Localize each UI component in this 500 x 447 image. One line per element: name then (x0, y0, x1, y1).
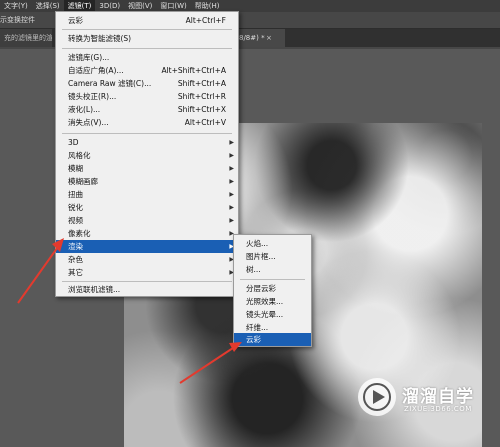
menu-item-label: 浏览联机滤镜... (68, 285, 121, 294)
menu-item-label: 其它 (68, 268, 83, 277)
watermark-logo (358, 378, 396, 416)
submenu-item-flame[interactable]: 火焰... (234, 237, 311, 250)
menu-item-label: 云彩 (246, 335, 261, 344)
menu-item-label: 自适应广角(A)... (68, 66, 124, 75)
menu-item-vanishing-point[interactable]: 消失点(V)... Alt+Ctrl+V (56, 116, 238, 129)
menu-item-adaptive-wide-angle[interactable]: 自适应广角(A)... Alt+Shift+Ctrl+A (56, 64, 238, 77)
play-icon (363, 383, 391, 411)
menu-item-noise[interactable]: 杂色 ▶ (56, 253, 238, 266)
menu-item-render[interactable]: 渲染 ▶ (56, 240, 238, 253)
menu-separator (62, 281, 232, 282)
menu-item-shortcut: Shift+Ctrl+A (177, 79, 226, 88)
menu-item-blur-gallery[interactable]: 模糊画廊 ▶ (56, 175, 238, 188)
submenu-arrow-icon: ▶ (229, 178, 234, 185)
submenu-arrow-icon: ▶ (229, 204, 234, 211)
menu-item-sharpen[interactable]: 锐化 ▶ (56, 201, 238, 214)
watermark: 溜溜自学 ZIXUE.3D66.COM (358, 378, 498, 418)
menu-item-stylize[interactable]: 风格化 ▶ (56, 149, 238, 162)
menu-item-convert-smart-filter[interactable]: 转换为智能滤镜(S) (56, 32, 238, 45)
menu-text[interactable]: 文字(Y) (0, 0, 32, 12)
menu-item-label: 图片框... (246, 252, 276, 261)
menu-item-label: 转换为智能滤镜(S) (68, 34, 132, 43)
document-tab-active[interactable]: 8/8#) * (235, 29, 285, 47)
menu-item-label: Camera Raw 滤镜(C)... (68, 79, 152, 88)
menu-item-label: 液化(L)... (68, 105, 101, 114)
menu-separator (62, 133, 232, 134)
submenu-item-lighting-effects[interactable]: 光照效果... (234, 295, 311, 308)
submenu-arrow-icon: ▶ (229, 191, 234, 198)
menu-item-browse-filters-online[interactable]: 浏览联机滤镜... (56, 283, 238, 296)
menu-item-label: 火焰... (246, 239, 269, 248)
document-tab-left[interactable]: 充的滤镜里的渲染 (0, 29, 52, 47)
menu-item-shortcut: Shift+Ctrl+X (177, 105, 226, 114)
submenu-item-clouds[interactable]: 云彩 (234, 333, 311, 346)
submenu-item-picture-frame[interactable]: 图片框... (234, 250, 311, 263)
menu-item-pixelate[interactable]: 像素化 ▶ (56, 227, 238, 240)
menu-item-last-filter-clouds[interactable]: 云彩 Alt+Ctrl+F (56, 14, 238, 27)
submenu-arrow-icon: ▶ (229, 217, 234, 224)
menu-item-label: 云彩 (68, 16, 83, 25)
menu-separator (62, 29, 232, 30)
menu-item-shortcut: Shift+Ctrl+R (177, 92, 226, 101)
menu-item-label: 消失点(V)... (68, 118, 109, 127)
menu-item-label: 光照效果... (246, 297, 284, 306)
submenu-item-lens-flare[interactable]: 镜头光晕... (234, 308, 311, 321)
submenu-item-tree[interactable]: 树... (234, 263, 311, 276)
menu-item-blur[interactable]: 模糊 ▶ (56, 162, 238, 175)
menu-item-video[interactable]: 视频 ▶ (56, 214, 238, 227)
show-transform-controls-label[interactable]: 示变换控件 (0, 15, 35, 25)
submenu-item-difference-clouds[interactable]: 分层云彩 (234, 282, 311, 295)
watermark-title: 溜溜自学 (402, 387, 474, 407)
menu-item-distort[interactable]: 扭曲 ▶ (56, 188, 238, 201)
menu-separator (62, 48, 232, 49)
menu-item-label: 风格化 (68, 151, 91, 160)
menu-item-label: 镜头光晕... (246, 310, 284, 319)
menu-item-lens-correction[interactable]: 镜头校正(R)... Shift+Ctrl+R (56, 90, 238, 103)
menu-item-label: 杂色 (68, 255, 83, 264)
submenu-arrow-icon: ▶ (229, 165, 234, 172)
menu-item-label: 分层云彩 (246, 284, 276, 293)
filter-menu: 云彩 Alt+Ctrl+F 转换为智能滤镜(S) 滤镜库(G)... 自适应广角… (55, 11, 239, 297)
menu-item-filter-gallery[interactable]: 滤镜库(G)... (56, 51, 238, 64)
menu-item-camera-raw[interactable]: Camera Raw 滤镜(C)... Shift+Ctrl+A (56, 77, 238, 90)
menu-item-other[interactable]: 其它 ▶ (56, 266, 238, 279)
menu-item-label: 扭曲 (68, 190, 83, 199)
menu-item-3d[interactable]: 3D ▶ (56, 136, 238, 149)
menu-item-shortcut: Alt+Ctrl+V (184, 118, 226, 127)
menu-item-liquify[interactable]: 液化(L)... Shift+Ctrl+X (56, 103, 238, 116)
annotation-arrow-render (17, 243, 61, 304)
menu-item-label: 锐化 (68, 203, 83, 212)
menu-item-label: 3D (68, 138, 79, 147)
menu-item-label: 模糊 (68, 164, 83, 173)
menu-item-label: 镜头校正(R)... (68, 92, 117, 101)
menu-item-shortcut: Alt+Ctrl+F (185, 16, 226, 25)
submenu-arrow-icon: ▶ (229, 139, 234, 146)
menu-item-shortcut: Alt+Shift+Ctrl+A (161, 66, 226, 75)
menu-item-label: 树... (246, 265, 261, 274)
menu-item-label: 模糊画廊 (68, 177, 98, 186)
menu-item-label: 像素化 (68, 229, 91, 238)
watermark-subtitle: ZIXUE.3D66.COM (404, 405, 472, 413)
menu-separator (240, 279, 305, 280)
tab-close-icon[interactable]: × (266, 29, 272, 47)
menu-item-label: 视频 (68, 216, 83, 225)
render-submenu: 火焰... 图片框... 树... 分层云彩 光照效果... 镜头光晕... 纤… (233, 234, 312, 347)
submenu-arrow-icon: ▶ (229, 152, 234, 159)
menu-item-label: 滤镜库(G)... (68, 53, 110, 62)
menu-item-label: 渲染 (68, 242, 83, 251)
